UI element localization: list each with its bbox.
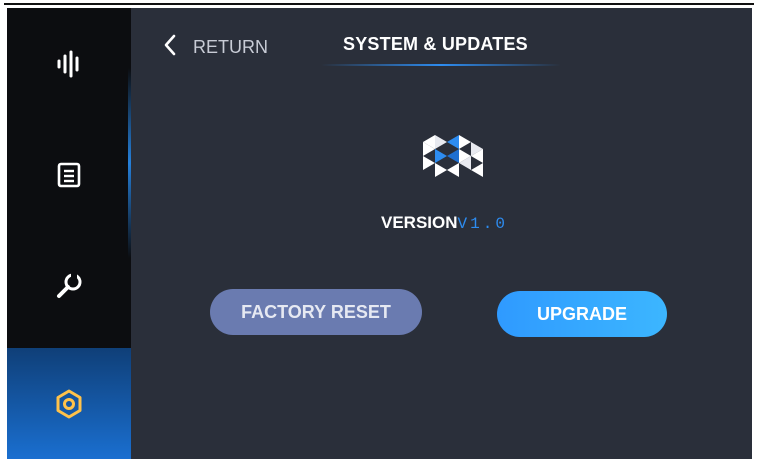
top-border <box>4 3 754 5</box>
waveform-icon <box>54 49 84 79</box>
sidebar-item-settings[interactable] <box>7 348 131 459</box>
upgrade-button[interactable]: UPGRADE <box>497 291 667 337</box>
page-title: SYSTEM & UPDATES <box>343 34 528 54</box>
gear-icon <box>53 388 85 420</box>
brand-logo <box>411 132 489 199</box>
sidebar-item-audio[interactable] <box>7 8 131 119</box>
chevron-left-icon <box>163 34 177 61</box>
version-label: VERSION <box>381 213 458 232</box>
version-value: V1.0 <box>457 215 508 233</box>
factory-reset-button[interactable]: FACTORY RESET <box>210 289 422 335</box>
return-label: RETURN <box>193 37 268 57</box>
return-button[interactable]: RETURN <box>163 34 268 61</box>
title-underline <box>321 64 561 66</box>
sidebar-item-tools[interactable] <box>7 230 131 341</box>
wrench-icon <box>54 271 84 301</box>
device-screen: RETURN SYSTEM & UPDATES VERSIONV1.0 FACT… <box>7 8 752 459</box>
version-display: VERSIONV1.0 <box>381 213 508 233</box>
sidebar <box>7 8 131 459</box>
main-panel: RETURN SYSTEM & UPDATES VERSIONV1.0 FACT… <box>131 8 752 459</box>
list-document-icon <box>55 161 83 189</box>
sidebar-item-list[interactable] <box>7 119 131 230</box>
